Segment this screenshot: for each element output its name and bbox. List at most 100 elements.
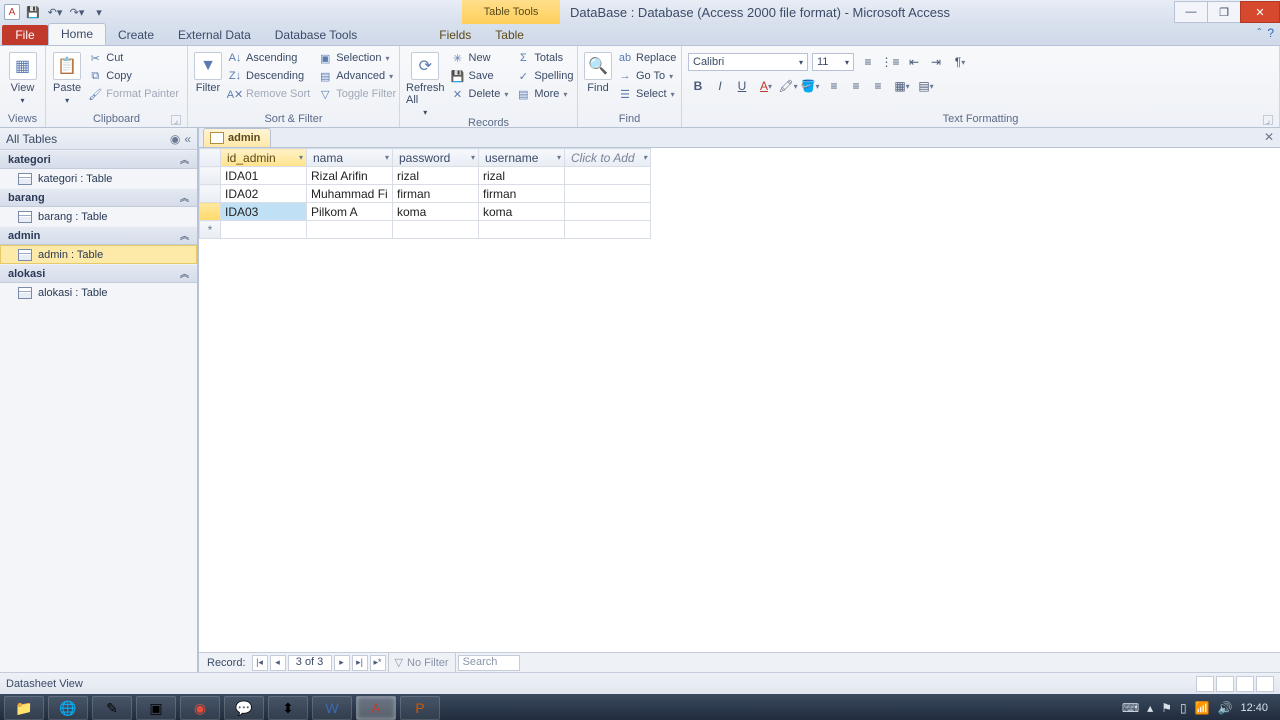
battery-icon[interactable]: ▯ (1180, 701, 1187, 715)
cell[interactable]: koma (479, 203, 565, 221)
align-center-button[interactable]: ≡ (846, 76, 866, 96)
align-right-button[interactable]: ≡ (868, 76, 888, 96)
tab-create[interactable]: Create (106, 25, 166, 45)
tab-database-tools[interactable]: Database Tools (263, 25, 370, 45)
system-tray[interactable]: ⌨ ▴ ⚑ ▯ 📶 🔊 12:40 (1122, 701, 1276, 715)
datasheet-grid[interactable]: id_admin▾nama▾password▾username▾Click to… (199, 148, 1280, 652)
pivotchart-view-shortcut[interactable] (1236, 676, 1254, 692)
align-left-button[interactable]: ≡ (824, 76, 844, 96)
table-row[interactable]: IDA01Rizal Arifinrizalrizal (200, 167, 651, 185)
taskbar-line[interactable]: 💬 (224, 696, 264, 720)
cell[interactable]: IDA01 (221, 167, 307, 185)
alternate-row-button[interactable]: ▤ (916, 76, 936, 96)
new-row[interactable] (200, 221, 651, 239)
column-header-username[interactable]: username▾ (479, 149, 565, 167)
copy-button[interactable]: ⧉Copy (86, 68, 181, 84)
nav-item[interactable]: kategori : Table (0, 169, 197, 188)
minimize-ribbon-icon[interactable]: ˆ (1257, 26, 1261, 40)
tray-arrow-icon[interactable]: ▴ (1147, 701, 1153, 715)
column-header-id_admin[interactable]: id_admin▾ (221, 149, 307, 167)
font-size-combo[interactable]: 11▾ (812, 53, 854, 71)
tab-file[interactable]: File (2, 25, 48, 45)
row-selector[interactable] (200, 167, 221, 185)
totals-button[interactable]: ΣTotals (514, 50, 575, 66)
table-row[interactable]: IDA02Muhammad Fifirmanfirman (200, 185, 651, 203)
nav-item[interactable]: barang : Table (0, 207, 197, 226)
save-qat-button[interactable]: 💾 (24, 3, 42, 21)
font-color-button[interactable]: A (756, 76, 776, 96)
spelling-button[interactable]: ✓Spelling (514, 68, 575, 84)
find-button[interactable]: 🔍Find (584, 48, 612, 94)
record-position[interactable]: 3 of 3 (288, 655, 332, 671)
row-selector[interactable] (200, 221, 221, 239)
next-record-button[interactable]: ▸ (334, 655, 350, 671)
row-selector[interactable] (200, 185, 221, 203)
column-dropdown-icon[interactable]: ▾ (385, 153, 389, 162)
ascending-button[interactable]: A↓Ascending (226, 50, 312, 66)
taskbar-app2[interactable]: ◉ (180, 696, 220, 720)
cell[interactable] (221, 221, 307, 239)
minimize-button[interactable]: — (1174, 1, 1208, 23)
nav-group-alokasi[interactable]: alokasi︽ (0, 264, 197, 283)
column-header-add[interactable]: Click to Add▾ (565, 149, 651, 167)
cell[interactable]: rizal (393, 167, 479, 185)
text-direction-button[interactable]: ¶ (950, 52, 970, 72)
gridlines-button[interactable]: ▦ (892, 76, 912, 96)
cell[interactable]: firman (479, 185, 565, 203)
tab-table[interactable]: Table (483, 25, 536, 45)
cell[interactable]: koma (393, 203, 479, 221)
paste-button[interactable]: 📋Paste▾ (52, 48, 82, 105)
column-dropdown-icon[interactable]: ▾ (299, 153, 303, 162)
view-button[interactable]: ▦View▾ (6, 48, 39, 105)
cell[interactable] (565, 185, 651, 203)
cell[interactable]: rizal (479, 167, 565, 185)
bullets-button[interactable]: ≡ (858, 52, 878, 72)
clock[interactable]: 12:40 (1240, 702, 1268, 714)
nav-group-admin[interactable]: admin︽ (0, 226, 197, 245)
filter-button[interactable]: ▼Filter (194, 48, 222, 94)
italic-button[interactable]: I (710, 76, 730, 96)
select-button[interactable]: ☰Select (616, 86, 678, 102)
replace-button[interactable]: abReplace (616, 50, 678, 66)
design-view-shortcut[interactable] (1256, 676, 1274, 692)
taskbar-word[interactable]: W (312, 696, 352, 720)
cell[interactable]: Muhammad Fi (307, 185, 393, 203)
advanced-button[interactable]: ▤Advanced (316, 68, 398, 84)
format-painter-button[interactable]: 🖌Format Painter (86, 86, 181, 102)
prev-record-button[interactable]: ◂ (270, 655, 286, 671)
fill-color-button[interactable]: 🪣 (800, 76, 820, 96)
cell[interactable]: Pilkom A (307, 203, 393, 221)
nav-collapse-icon[interactable]: « (184, 132, 191, 146)
refresh-all-button[interactable]: ⟳Refresh All▾ (406, 48, 445, 117)
select-all-corner[interactable] (200, 149, 221, 167)
cell[interactable]: Rizal Arifin (307, 167, 393, 185)
tab-external-data[interactable]: External Data (166, 25, 263, 45)
taskbar-app3[interactable]: ⬍ (268, 696, 308, 720)
cell[interactable] (565, 167, 651, 185)
cell[interactable]: IDA02 (221, 185, 307, 203)
taskbar-app1[interactable]: ▣ (136, 696, 176, 720)
first-record-button[interactable]: |◂ (252, 655, 268, 671)
cell[interactable]: IDA03 (221, 203, 307, 221)
nav-group-kategori[interactable]: kategori︽ (0, 150, 197, 169)
maximize-button[interactable]: ❐ (1207, 1, 1241, 23)
redo-button[interactable]: ↷▾ (68, 3, 86, 21)
toggle-filter-button[interactable]: ▽Toggle Filter (316, 86, 398, 102)
wifi-icon[interactable]: 📶 (1195, 701, 1210, 715)
taskbar-access[interactable]: A (356, 696, 396, 720)
app-icon[interactable]: A (4, 4, 20, 20)
delete-record-button[interactable]: ✕Delete (449, 86, 511, 102)
no-filter-indicator[interactable]: ▽No Filter (388, 653, 456, 672)
goto-button[interactable]: →Go To (616, 68, 678, 84)
decrease-indent-button[interactable]: ⇤ (904, 52, 924, 72)
descending-button[interactable]: Z↓Descending (226, 68, 312, 84)
cut-button[interactable]: ✂Cut (86, 50, 181, 66)
highlight-button[interactable]: 🖍 (778, 76, 798, 96)
tab-home[interactable]: Home (48, 23, 106, 45)
save-record-button[interactable]: 💾Save (449, 68, 511, 84)
close-document-icon[interactable]: ✕ (1264, 130, 1274, 144)
nav-dropdown-icon[interactable]: ◉ (170, 132, 180, 146)
tab-fields[interactable]: Fields (427, 25, 483, 45)
qat-customize-button[interactable]: ▾ (90, 3, 108, 21)
close-button[interactable]: ✕ (1240, 1, 1280, 23)
